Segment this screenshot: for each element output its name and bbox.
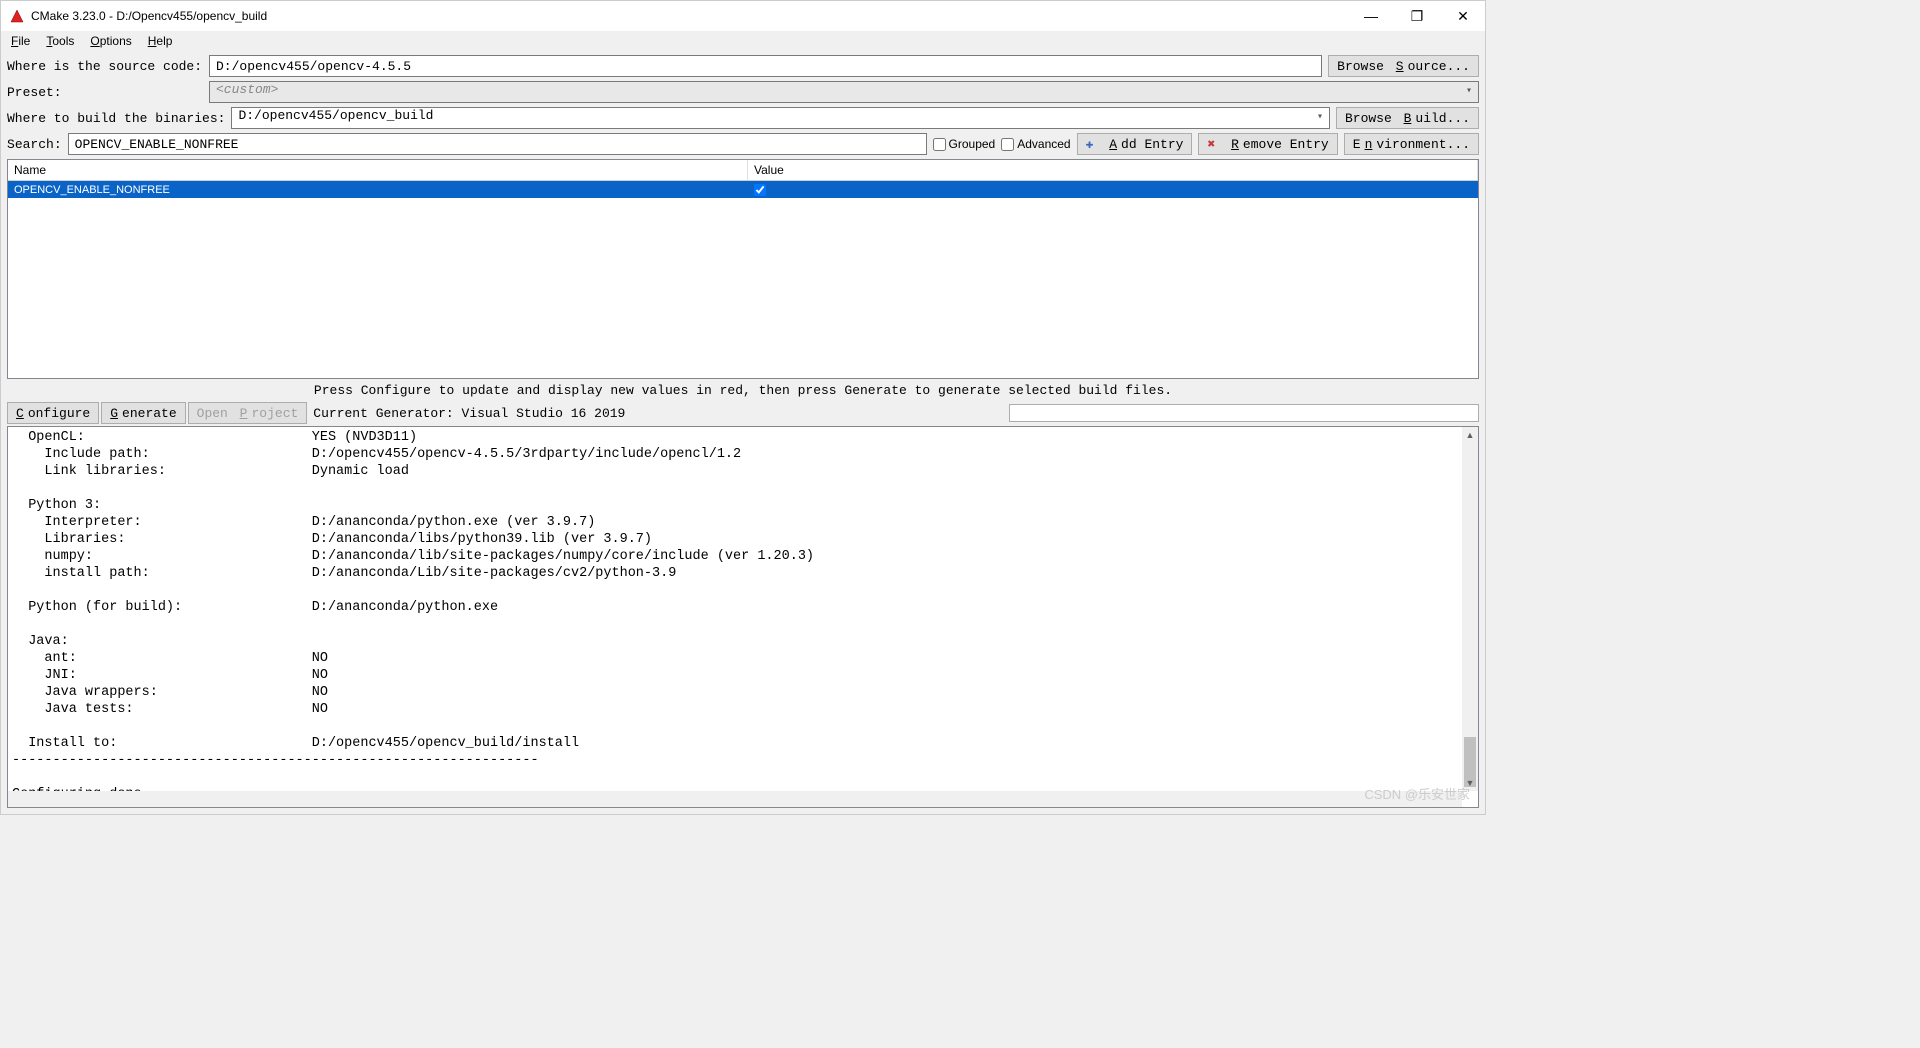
- build-input[interactable]: D:/opencv455/opencv_build: [231, 107, 1330, 129]
- table-body: OPENCV_ENABLE_NONFREE: [8, 181, 1478, 378]
- table-header: Name Value: [8, 160, 1478, 181]
- add-entry-button[interactable]: ✚ Add Entry: [1077, 133, 1193, 155]
- search-row: Search: Grouped Advanced ✚ Add Entry ✖ R…: [1, 133, 1485, 159]
- source-input[interactable]: [209, 55, 1322, 77]
- browse-build-button[interactable]: Browse Build...: [1336, 107, 1479, 129]
- close-button[interactable]: ✕: [1449, 6, 1477, 26]
- maximize-button[interactable]: ❐: [1403, 6, 1431, 26]
- advanced-checkbox[interactable]: Advanced: [1001, 137, 1070, 151]
- window-buttons: ― ❐ ✕: [1357, 6, 1477, 26]
- build-label: Where to build the binaries:: [7, 111, 225, 126]
- menu-tools[interactable]: Tools: [40, 32, 80, 50]
- th-name[interactable]: Name: [8, 160, 748, 180]
- browse-source-button[interactable]: Browse Source...: [1328, 55, 1479, 77]
- cell-value: [748, 183, 1478, 197]
- source-label: Where is the source code:: [7, 59, 203, 74]
- table-row[interactable]: OPENCV_ENABLE_NONFREE: [8, 181, 1478, 198]
- remove-entry-button[interactable]: ✖ Remove Entry: [1198, 133, 1337, 155]
- titlebar: CMake 3.23.0 - D:/Opencv455/opencv_build…: [1, 1, 1485, 31]
- output-text: OpenCL: YES (NVD3D11) Include path: D:/o…: [8, 427, 1478, 805]
- remove-icon: ✖: [1207, 137, 1215, 152]
- output-area: OpenCL: YES (NVD3D11) Include path: D:/o…: [7, 426, 1479, 808]
- app-icon: [9, 8, 25, 24]
- menu-file[interactable]: File: [5, 32, 36, 50]
- scroll-up-icon[interactable]: ▲: [1462, 427, 1478, 443]
- menu-options[interactable]: Options: [84, 32, 137, 50]
- hint-text: Press Configure to update and display ne…: [1, 379, 1485, 402]
- cell-name: OPENCV_ENABLE_NONFREE: [8, 183, 748, 197]
- options-table: Name Value OPENCV_ENABLE_NONFREE: [7, 159, 1479, 379]
- preset-label: Preset:: [7, 85, 203, 100]
- menu-help[interactable]: Help: [142, 32, 179, 50]
- main-window: CMake 3.23.0 - D:/Opencv455/opencv_build…: [0, 0, 1486, 815]
- preset-row: Preset: <custom>: [7, 81, 1479, 103]
- grouped-checkbox[interactable]: Grouped: [933, 137, 996, 151]
- build-row: Where to build the binaries: D:/opencv45…: [7, 107, 1479, 129]
- horizontal-scrollbar[interactable]: [8, 791, 1462, 807]
- search-input[interactable]: [68, 133, 927, 155]
- search-label: Search:: [7, 137, 62, 152]
- source-row: Where is the source code: Browse Source.…: [7, 55, 1479, 77]
- progress-bar: [1009, 404, 1479, 422]
- window-title: CMake 3.23.0 - D:/Opencv455/opencv_build: [31, 9, 1357, 23]
- th-value[interactable]: Value: [748, 160, 1478, 180]
- action-row: Configure Generate Open Project Current …: [1, 402, 1485, 426]
- watermark: CSDN @乐安世家: [1364, 784, 1470, 803]
- option-checkbox[interactable]: [754, 184, 766, 196]
- open-project-button[interactable]: Open Project: [188, 402, 308, 424]
- vertical-scrollbar[interactable]: ▲ ▼: [1462, 427, 1478, 791]
- plus-icon: ✚: [1086, 137, 1094, 152]
- minimize-button[interactable]: ―: [1357, 6, 1385, 26]
- environment-button[interactable]: Environment...: [1344, 133, 1479, 155]
- preset-select[interactable]: <custom>: [209, 81, 1479, 103]
- generate-button[interactable]: Generate: [101, 402, 185, 424]
- menubar: File Tools Options Help: [1, 31, 1485, 51]
- configure-button[interactable]: Configure: [7, 402, 99, 424]
- generator-label: Current Generator: Visual Studio 16 2019: [313, 406, 625, 421]
- form-area: Where is the source code: Browse Source.…: [1, 51, 1485, 133]
